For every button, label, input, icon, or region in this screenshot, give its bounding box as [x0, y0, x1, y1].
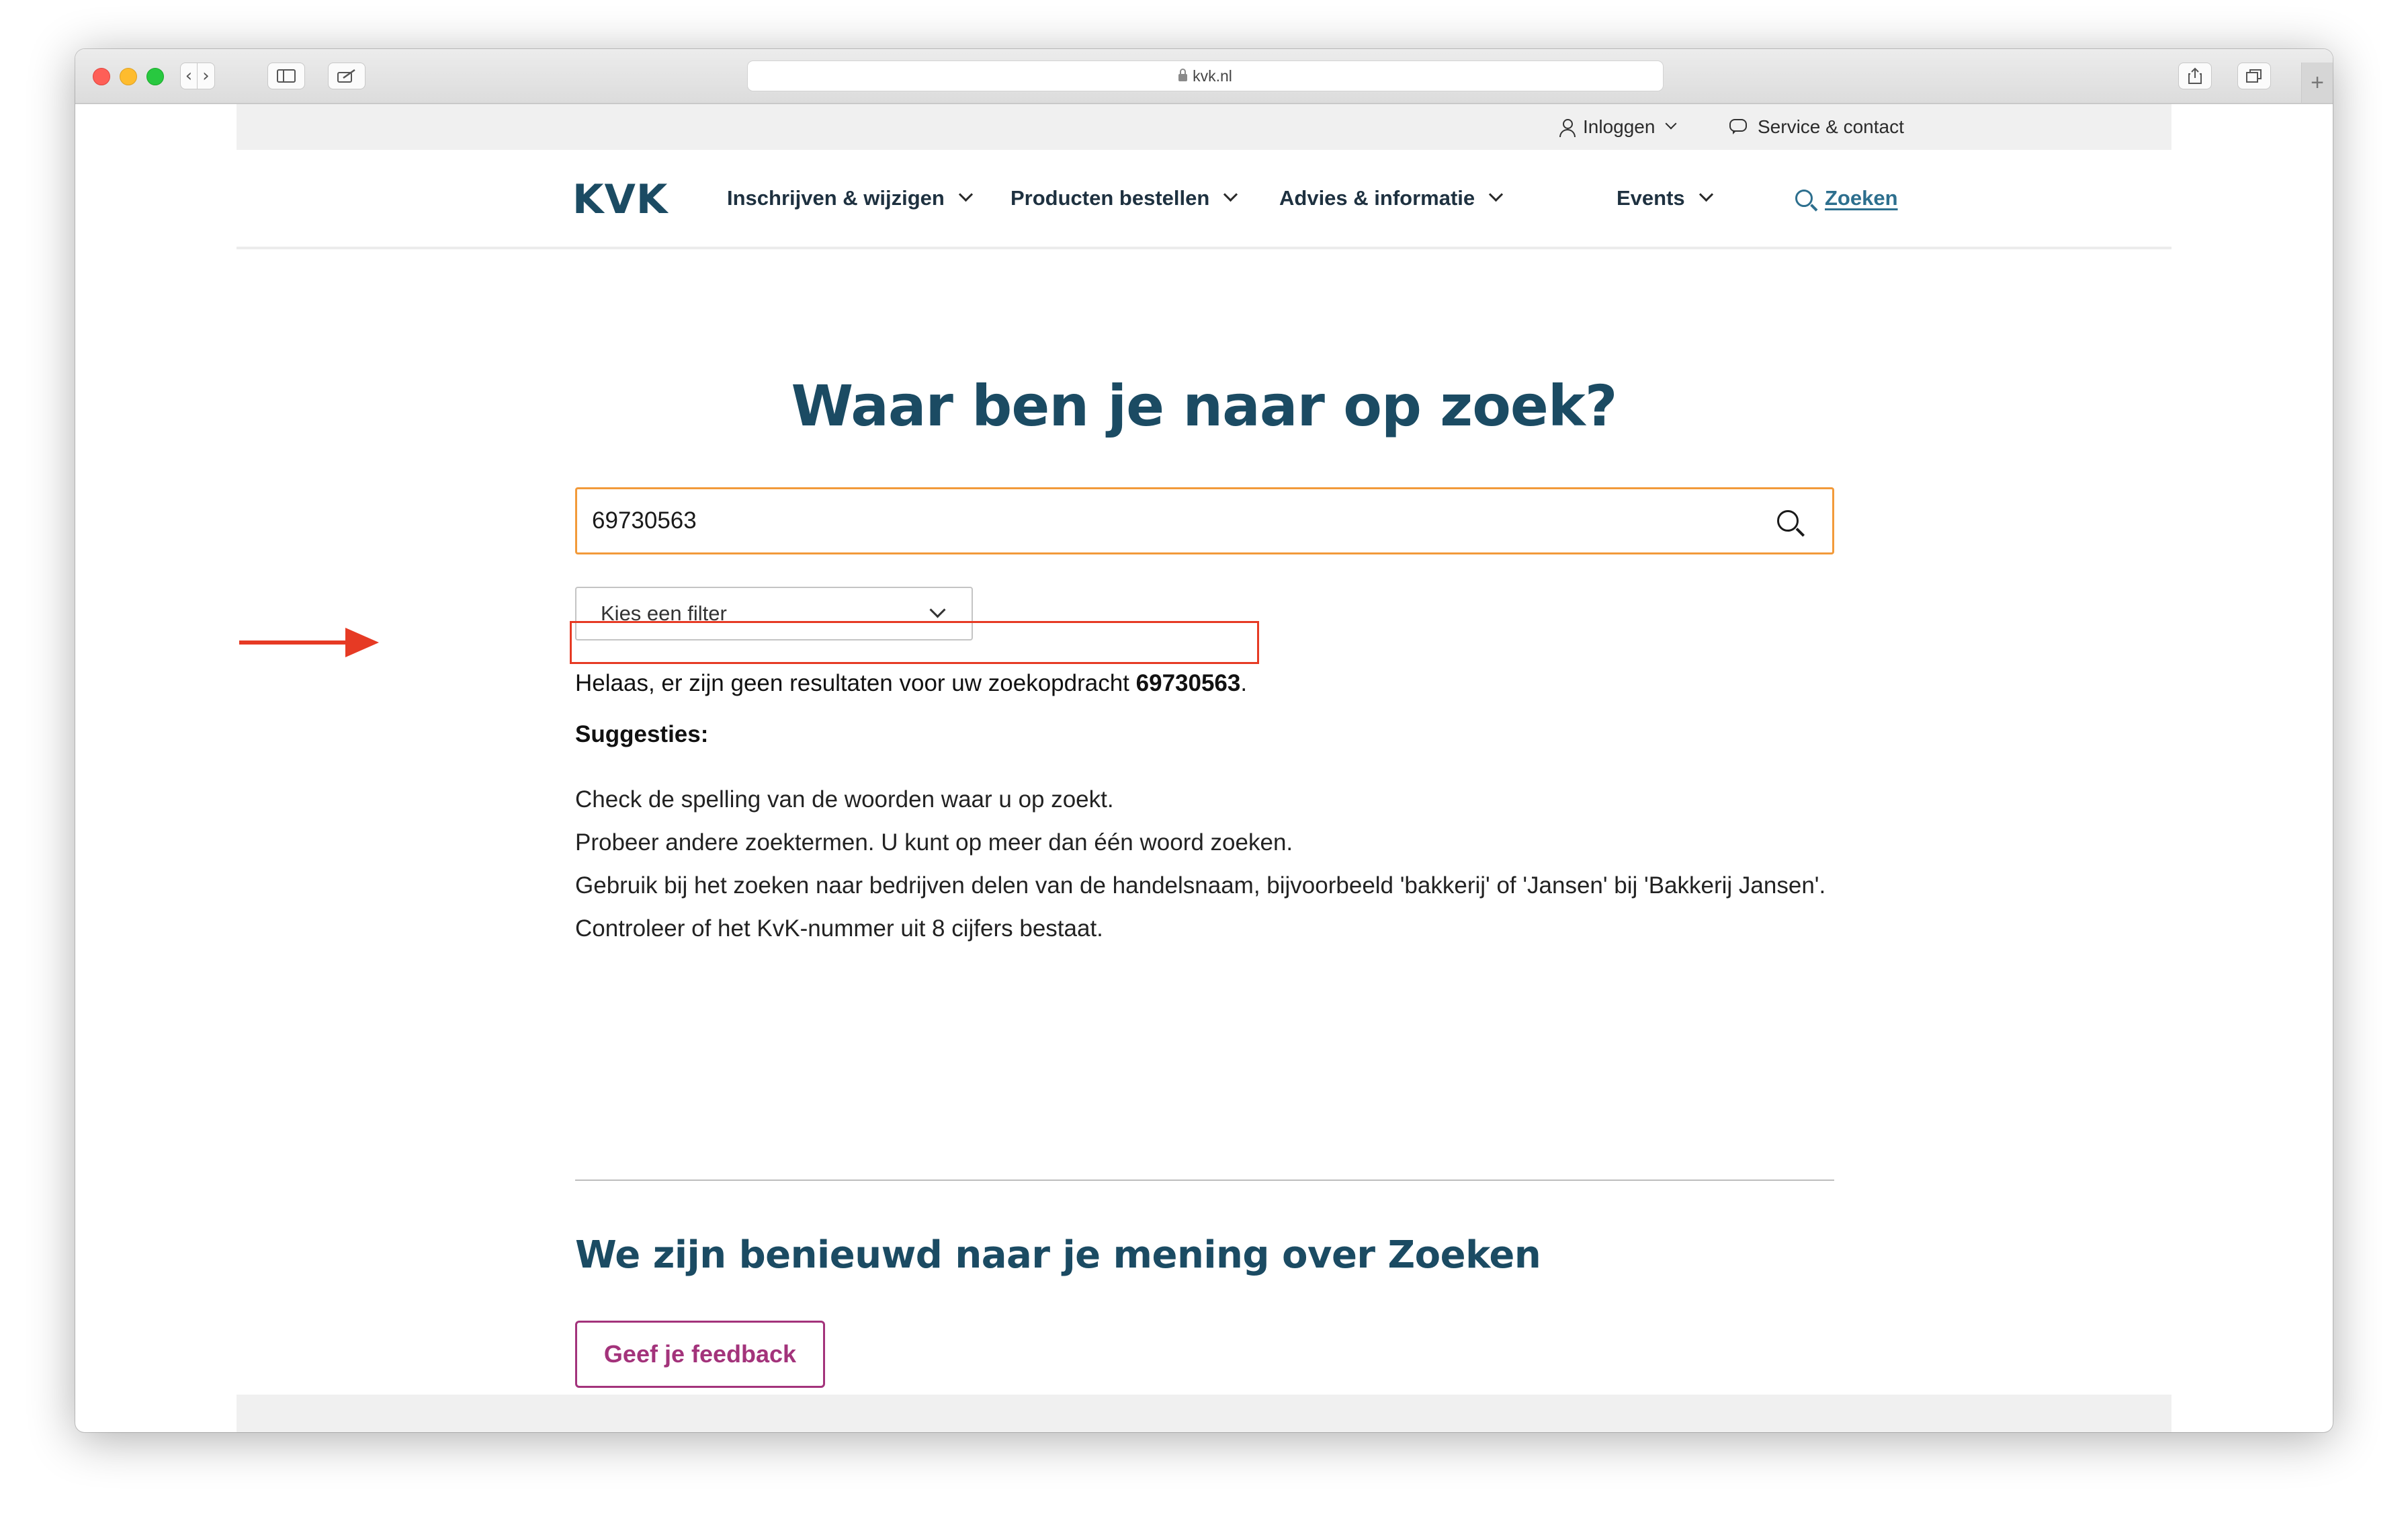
search-box[interactable] [575, 487, 1834, 554]
chevron-down-icon [1489, 187, 1504, 202]
nav-item-inschrijven[interactable]: Inschrijven & wijzigen [727, 150, 973, 247]
login-label: Inloggen [1583, 116, 1656, 137]
footer-strip [236, 1395, 2172, 1432]
address-bar-url: kvk.nl [1193, 67, 1232, 85]
tabs-icon [2246, 69, 2262, 83]
section-divider [575, 1180, 1834, 1181]
browser-toolbar: ‹ › kvk.nl + [75, 49, 2333, 104]
feedback-title: We zijn benieuwd naar je mening over Zoe… [575, 1233, 1541, 1277]
suggestions-title: Suggesties: [575, 721, 709, 747]
kvk-logo[interactable]: KVK [572, 179, 668, 220]
chevron-down-icon [1665, 118, 1677, 130]
no-results-end: . [1240, 670, 1248, 696]
nav-item-advies[interactable]: Advies & informatie [1279, 150, 1504, 247]
page-title: Waar ben je naar op zoek? [791, 373, 1618, 439]
reader-notes-button[interactable] [328, 63, 366, 89]
compose-icon [337, 69, 355, 83]
search-icon [1795, 190, 1813, 207]
back-icon: ‹ [185, 66, 193, 86]
address-bar[interactable]: kvk.nl [747, 60, 1664, 91]
nav-item-label: Advies & informatie [1279, 186, 1475, 210]
feedback-button[interactable]: Geef je feedback [575, 1321, 825, 1388]
annotation-arrow-line [239, 640, 359, 645]
new-tab-button[interactable]: + [2301, 63, 2333, 103]
no-results-query: 69730563 [1135, 670, 1241, 696]
share-button[interactable] [2178, 63, 2212, 89]
list-item: Gebruik bij het zoeken naar bedrijven de… [575, 872, 1826, 899]
zoom-window-button[interactable] [146, 68, 164, 85]
forward-button[interactable]: › [198, 63, 215, 89]
sidebar-toggle-button[interactable] [267, 63, 305, 89]
forward-icon: › [202, 66, 210, 86]
service-contact-link[interactable]: Service & contact [1729, 104, 1904, 150]
filter-select-label: Kies een filter [601, 602, 727, 625]
service-contact-label: Service & contact [1758, 116, 1904, 137]
main-navigation: KVK Inschrijven & wijzigen Producten bes… [236, 150, 2172, 249]
webpage: Inloggen Service & contact KVK Inschrijv… [236, 104, 2172, 1432]
suggestions-list: Check de spelling van de woorden waar u … [575, 778, 1825, 950]
search-input[interactable] [591, 507, 1797, 535]
no-results-text: Helaas, er zijn geen resultaten voor uw … [575, 670, 1136, 696]
tabs-overview-button[interactable] [2237, 63, 2271, 89]
annotation-arrow-head [345, 628, 379, 657]
nav-search-label: Zoeken [1825, 186, 1898, 210]
list-item: Controleer of het KvK-nummer uit 8 cijfe… [575, 915, 1103, 942]
nav-item-label: Inschrijven & wijzigen [727, 186, 945, 210]
chevron-down-icon [929, 601, 946, 618]
search-submit-icon[interactable] [1777, 510, 1799, 532]
plus-icon: + [2311, 69, 2324, 95]
list-item: Check de spelling van de woorden waar u … [575, 786, 1114, 813]
back-button[interactable]: ‹ [180, 63, 198, 89]
list-item: Probeer andere zoektermen. U kunt op mee… [575, 829, 1293, 856]
nav-search-link[interactable]: Zoeken [1795, 150, 1898, 247]
sidebar-icon [277, 69, 296, 83]
close-window-button[interactable] [93, 68, 110, 85]
login-link[interactable]: Inloggen [1559, 104, 1677, 150]
chevron-down-icon [1223, 187, 1238, 202]
minimize-window-button[interactable] [120, 68, 137, 85]
filter-select[interactable]: Kies een filter [575, 587, 973, 640]
utility-bar: Inloggen Service & contact [236, 104, 2172, 150]
chevron-down-icon [1698, 187, 1713, 202]
nav-item-events[interactable]: Events [1617, 150, 1713, 247]
browser-window: ‹ › kvk.nl + Inloggen Service & contact … [75, 49, 2333, 1432]
nav-item-label: Producten bestellen [1010, 186, 1210, 210]
nav-item-label: Events [1617, 186, 1685, 210]
lock-icon [1178, 68, 1188, 81]
user-icon [1559, 118, 1576, 137]
share-icon [2188, 67, 2202, 84]
chevron-down-icon [958, 187, 973, 202]
no-results-message: Helaas, er zijn geen resultaten voor uw … [575, 670, 1247, 697]
nav-item-producten[interactable]: Producten bestellen [1010, 150, 1238, 247]
chat-icon [1729, 118, 1750, 136]
